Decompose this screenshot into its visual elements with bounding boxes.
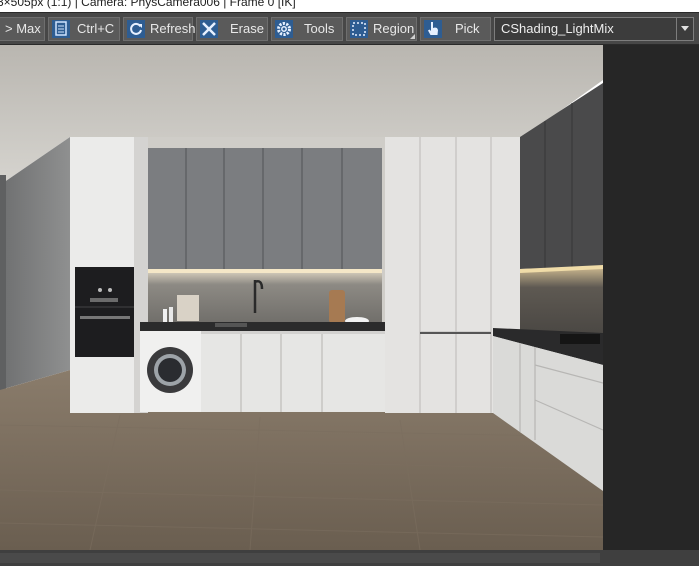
window-title: 3×505px (1:1) | Camera: PhysCamera006 | … [0,0,296,9]
erase-icon [200,20,218,38]
pick-button[interactable]: Pick [420,17,491,41]
region-button[interactable]: Region [346,17,417,41]
tools-button[interactable]: Tools [271,17,343,41]
refresh-button-label: Refresh [150,21,196,36]
erase-button[interactable]: Erase [196,17,268,41]
dropdown-arrow-icon [681,26,689,31]
kitchen-render-image [0,45,603,550]
max-button[interactable]: > Max [0,17,45,41]
copy-icon [52,20,70,38]
render-viewport[interactable] [0,45,603,550]
status-bar [0,550,699,566]
render-channel-select[interactable]: CShading_LightMix [494,17,694,41]
refresh-button[interactable]: Refresh [123,17,196,41]
horizontal-scrollbar[interactable] [0,553,600,563]
pick-button-label: Pick [455,21,480,36]
region-button-label: Region [373,21,415,36]
dropdown-arrow[interactable] [676,18,693,40]
refresh-icon [127,20,145,38]
pick-hand-icon [424,20,442,38]
side-panel [603,45,699,550]
render-channel-value: CShading_LightMix [501,21,614,36]
region-icon [350,20,368,38]
window-titlebar: 3×505px (1:1) | Camera: PhysCamera006 | … [0,0,699,12]
tools-button-label: Tools [304,21,335,36]
copy-button[interactable]: Ctrl+C [48,17,120,41]
copy-button-label: Ctrl+C [77,21,115,36]
framebuffer-toolbar: > Max Ctrl+C Refresh Erase Tools Region … [0,12,699,45]
erase-button-label: Erase [230,21,264,36]
max-button-label: > Max [5,21,41,36]
region-options-corner-icon [410,34,415,39]
tools-gear-icon [275,20,293,38]
